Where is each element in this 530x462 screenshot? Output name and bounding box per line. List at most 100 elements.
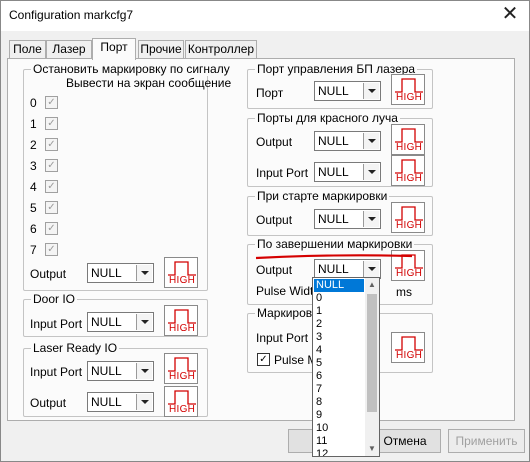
laser-ready-output-label: Output <box>30 396 67 410</box>
signal-checkbox[interactable]: ✓ <box>45 243 58 256</box>
pulse-mode-checkbox[interactable]: ✓ <box>257 353 270 366</box>
signal-checkbox[interactable]: ✓ <box>45 180 58 193</box>
dropdown-option[interactable]: 8 <box>314 396 364 409</box>
signal-number: 5 <box>30 201 37 215</box>
show-message-label: Вывести на экран сообщение <box>66 76 232 90</box>
dropdown-option[interactable]: 0 <box>314 292 364 305</box>
high-label: HIGH <box>169 323 196 334</box>
dropdown-option[interactable]: 4 <box>314 344 364 357</box>
close-icon[interactable]: ✕ <box>498 4 522 26</box>
stop-output-label: Output <box>30 267 67 281</box>
on-start-title: При старте маркировки <box>255 189 390 203</box>
stop-on-signal-group: Остановить маркировку по сигналу Вывести… <box>23 62 232 291</box>
dropdown-option[interactable]: 7 <box>314 383 364 396</box>
door-input-label: Input Port <box>30 317 83 331</box>
pulse-width-label: Pulse Width <box>256 284 321 298</box>
marking-high-button[interactable]: HIGH <box>391 332 425 363</box>
on-finish-output-label: Output <box>256 263 293 277</box>
marking-group-title: Маркировк <box>255 306 320 320</box>
tab-laser[interactable]: Лазер <box>46 40 92 59</box>
psu-high-button[interactable]: HIGH <box>391 74 425 105</box>
marking-input-label: Input Port <box>256 331 309 345</box>
dropdown-option[interactable]: NULL <box>314 279 364 292</box>
signal-checkbox[interactable]: ✓ <box>45 138 58 151</box>
title-bar: Configuration markcfg7 ✕ <box>1 1 529 31</box>
signal-checkbox[interactable]: ✓ <box>45 201 58 214</box>
chevron-down-icon <box>136 363 152 379</box>
output-dropdown-list[interactable]: NULL 0 1 2 3 4 5 6 7 8 9 10 11 12 ▲ ▼ <box>312 277 380 457</box>
red-beam-input-label: Input Port <box>256 166 309 180</box>
on-start-high-button[interactable]: HIGH <box>391 202 425 233</box>
on-start-output-label: Output <box>256 213 293 227</box>
dropdown-scrollbar[interactable]: ▲ ▼ <box>365 278 379 456</box>
laser-ready-title: Laser Ready IO <box>31 341 120 355</box>
laser-ready-input-label: Input Port <box>30 365 83 379</box>
door-input-select[interactable]: NULL <box>87 312 154 332</box>
on-finish-output-select[interactable]: NULL <box>314 259 381 279</box>
signal-number: 0 <box>30 96 37 110</box>
signal-number: 4 <box>30 180 37 194</box>
chevron-down-icon <box>363 133 379 149</box>
high-label: HIGH <box>396 173 423 184</box>
chevron-down-icon <box>363 261 379 277</box>
dropdown-option[interactable]: 6 <box>314 370 364 383</box>
laser-ready-input-high-button[interactable]: HIGH <box>164 353 198 384</box>
laser-psu-group: Порт управления БП лазера Порт NULL HIGH <box>247 62 433 109</box>
chevron-up-icon[interactable]: ▲ <box>365 278 379 292</box>
apply-button[interactable]: Применить <box>448 429 525 453</box>
signal-number: 1 <box>30 117 37 131</box>
high-label: HIGH <box>396 220 423 231</box>
stop-group-title: Остановить маркировку по сигналу <box>31 62 232 76</box>
dropdown-option[interactable]: 5 <box>314 357 364 370</box>
stop-output-select[interactable]: NULL <box>87 263 154 283</box>
chevron-down-icon <box>363 83 379 99</box>
psu-port-label: Порт <box>256 86 284 100</box>
red-underline-annotation <box>255 254 413 260</box>
high-label: HIGH <box>396 92 423 103</box>
door-io-group: Door IO Input Port NULL HIGH <box>23 292 208 337</box>
red-beam-input-high-button[interactable]: HIGH <box>391 155 425 186</box>
high-label: HIGH <box>169 275 196 286</box>
port-tab-panel: Остановить маркировку по сигналу Вывести… <box>7 58 515 421</box>
scrollbar-thumb[interactable] <box>367 294 377 412</box>
dropdown-option[interactable]: 11 <box>314 435 364 448</box>
dropdown-option[interactable]: 2 <box>314 318 364 331</box>
dropdown-option[interactable]: 10 <box>314 422 364 435</box>
dropdown-option[interactable]: 3 <box>314 331 364 344</box>
psu-port-select[interactable]: NULL <box>314 81 381 101</box>
stop-high-button[interactable]: HIGH <box>164 257 198 288</box>
red-beam-output-label: Output <box>256 135 293 149</box>
signal-number: 6 <box>30 222 37 236</box>
red-beam-output-select[interactable]: NULL <box>314 131 381 151</box>
signal-checkbox[interactable]: ✓ <box>45 96 58 109</box>
signal-checkbox[interactable]: ✓ <box>45 117 58 130</box>
door-high-button[interactable]: HIGH <box>164 305 198 336</box>
pulse-mode-label: Pulse M <box>274 353 318 367</box>
signal-number: 2 <box>30 138 37 152</box>
pulse-width-unit: ms <box>396 285 412 299</box>
dropdown-option[interactable]: 9 <box>314 409 364 422</box>
tab-controller[interactable]: Контроллер <box>185 40 257 59</box>
red-beam-output-high-button[interactable]: HIGH <box>391 124 425 155</box>
chevron-down-icon[interactable]: ▼ <box>365 442 379 456</box>
signal-checkbox[interactable]: ✓ <box>45 159 58 172</box>
tab-field[interactable]: Поле <box>9 40 46 59</box>
dropdown-option[interactable]: 1 <box>314 305 364 318</box>
signal-checkbox[interactable]: ✓ <box>45 222 58 235</box>
laser-ready-output-select[interactable]: NULL <box>87 392 154 412</box>
laser-ready-output-high-button[interactable]: HIGH <box>164 386 198 417</box>
chevron-down-icon <box>136 314 152 330</box>
laser-ready-input-select[interactable]: NULL <box>87 361 154 381</box>
dropdown-option[interactable]: 12 <box>314 448 364 456</box>
red-beam-title: Порты для красного луча <box>255 111 400 125</box>
red-beam-group: Порты для красного луча Output NULL HIGH… <box>247 111 433 187</box>
signal-number: 7 <box>30 243 37 257</box>
chevron-down-icon <box>363 211 379 227</box>
tab-other[interactable]: Прочие <box>138 40 184 59</box>
red-beam-input-select[interactable]: NULL <box>314 162 381 182</box>
laser-ready-group: Laser Ready IO Input Port NULL HIGH Outp… <box>23 341 208 417</box>
on-start-output-select[interactable]: NULL <box>314 209 381 229</box>
window-title: Configuration markcfg7 <box>9 8 134 22</box>
door-group-title: Door IO <box>31 292 78 306</box>
tab-port[interactable]: Порт <box>92 38 136 60</box>
